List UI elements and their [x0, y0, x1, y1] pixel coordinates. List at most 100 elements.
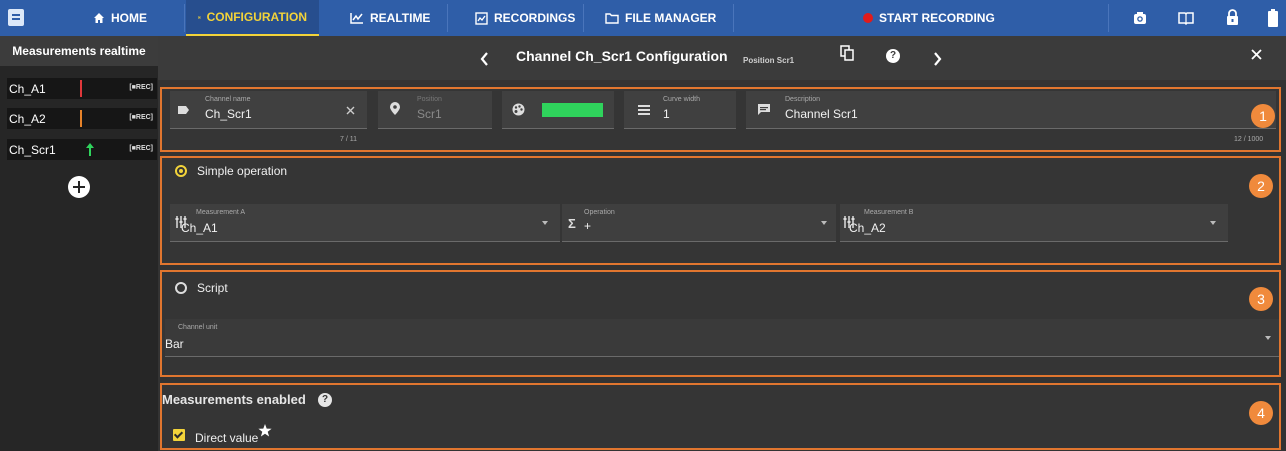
palette-icon: [512, 103, 525, 116]
description-counter: 12 / 1000: [1234, 136, 1264, 143]
nav-divider: [1108, 4, 1109, 32]
sidebar-channel-ch-scr1[interactable]: Ch_Scr1 [■REC]: [7, 139, 157, 160]
add-channel-button[interactable]: [68, 176, 90, 198]
script-label: Script: [197, 281, 228, 295]
position-label: Position: [417, 96, 442, 103]
close-icon[interactable]: [1251, 49, 1262, 60]
operation-select[interactable]: Σ Operation +: [562, 204, 836, 242]
help-icon[interactable]: ?: [318, 393, 332, 407]
nav-realtime[interactable]: REALTIME: [350, 0, 430, 36]
description-label: Description: [785, 96, 821, 103]
rec-badge: [■REC]: [129, 84, 153, 91]
sidebar-channel-ch-a1[interactable]: Ch_A1 [■REC]: [7, 78, 157, 99]
channel-name: Ch_A1: [9, 82, 46, 96]
nav-configuration-label: CONFIGURATION: [206, 10, 307, 24]
annotation-badge-3: 3: [1249, 287, 1273, 311]
sidebar-channel-ch-a2[interactable]: Ch_A2 [■REC]: [7, 108, 157, 129]
nav-home-label: HOME: [111, 11, 147, 25]
measurement-a-label: Measurement A: [196, 209, 246, 216]
page-title: Channel Ch_Scr1 Configuration: [516, 48, 728, 64]
book-icon[interactable]: [1178, 11, 1194, 25]
battery-icon: [1268, 9, 1278, 27]
rec-badge: [■REC]: [129, 145, 153, 152]
measurement-a-select[interactable]: Measurement A Ch_A1: [170, 204, 560, 242]
line-weight-icon: [638, 105, 650, 115]
nav-divider: [184, 4, 185, 32]
channel-unit-select[interactable]: Channel unit Bar: [165, 319, 1279, 357]
channel-name: Ch_A2: [9, 112, 46, 126]
start-recording-button[interactable]: START RECORDING: [863, 0, 995, 36]
script-radio[interactable]: [175, 282, 187, 294]
annotation-badge-2: 2: [1249, 174, 1273, 198]
nav-divider: [447, 4, 448, 32]
operation-label: Operation: [584, 209, 615, 216]
direct-value-checkbox[interactable]: [173, 429, 185, 441]
measurements-enabled-title: Measurements enabled: [162, 392, 306, 407]
channel-name-counter: 7 / 11: [340, 136, 357, 143]
nav-divider: [733, 4, 734, 32]
realtime-icon: [350, 13, 363, 24]
channel-unit-label: Channel unit: [178, 324, 218, 331]
recordings-icon: [475, 11, 488, 25]
chevron-down-icon: [1210, 221, 1216, 225]
measurement-b-label: Measurement B: [864, 209, 914, 216]
curve-color-field[interactable]: [502, 91, 614, 129]
star-icon[interactable]: [258, 424, 272, 437]
simple-operation-radio[interactable]: [175, 165, 187, 177]
nav-recordings-label: RECORDINGS: [494, 11, 576, 25]
nav-recordings[interactable]: RECORDINGS: [475, 0, 575, 36]
sidebar-title: Measurements realtime: [0, 36, 158, 66]
home-icon: [94, 13, 104, 23]
chevron-down-icon: [542, 221, 548, 225]
curve-width-value: 1: [663, 107, 670, 121]
help-icon[interactable]: ?: [886, 49, 900, 63]
rec-badge: [■REC]: [129, 114, 153, 121]
page-subtitle: Position Scr1: [743, 56, 795, 65]
channel-unit-value: Bar: [165, 337, 184, 351]
position-value: Scr1: [417, 107, 442, 121]
nav-realtime-label: REALTIME: [370, 11, 431, 25]
channel-name: Ch_Scr1: [9, 143, 56, 157]
arrow-up-icon: [86, 143, 94, 156]
chevron-down-icon: [821, 221, 827, 225]
curve-width-label: Curve width: [663, 96, 700, 103]
label-icon: [178, 106, 189, 114]
camera-icon[interactable]: [1133, 11, 1147, 25]
start-recording-label: START RECORDING: [879, 11, 995, 25]
operation-value: +: [584, 219, 592, 233]
clear-icon[interactable]: [346, 106, 355, 115]
channel-name-field[interactable]: Channel name Ch_Scr1: [170, 91, 367, 129]
nav-file-manager[interactable]: FILE MANAGER: [605, 0, 716, 36]
annotation-badge-4: 4: [1249, 401, 1273, 425]
color-swatch: [542, 103, 603, 117]
annotation-badge-1: 1: [1251, 104, 1275, 128]
app-menu-icon[interactable]: [8, 9, 24, 26]
curve-width-field[interactable]: Curve width 1: [624, 91, 736, 129]
channel-color-marker: [80, 110, 82, 127]
sigma-icon: Σ: [568, 216, 576, 231]
folder-icon: [605, 13, 619, 24]
simple-operation-label: Simple operation: [197, 164, 288, 178]
channel-color-marker: [80, 80, 82, 97]
comment-icon: [758, 104, 770, 115]
direct-value-label: Direct value: [195, 431, 259, 445]
configuration-icon: [198, 15, 201, 19]
description-value: Channel Scr1: [785, 107, 858, 121]
nav-home[interactable]: HOME: [93, 0, 147, 36]
lock-icon[interactable]: [1226, 9, 1239, 26]
measurement-b-value: Ch_A2: [849, 221, 886, 235]
description-field[interactable]: Description Channel Scr1: [746, 91, 1276, 129]
measurement-a-value: Ch_A1: [181, 221, 218, 235]
position-field: Position Scr1: [378, 91, 492, 129]
copy-icon[interactable]: [840, 45, 855, 61]
previous-channel-button[interactable]: [480, 52, 489, 66]
nav-divider: [583, 4, 584, 32]
nav-file-manager-label: FILE MANAGER: [625, 11, 717, 25]
location-pin-icon: [390, 102, 400, 115]
chevron-down-icon: [1265, 336, 1271, 340]
channel-name-label: Channel name: [205, 96, 251, 103]
record-icon: [863, 13, 873, 23]
measurement-b-select[interactable]: Measurement B Ch_A2: [840, 204, 1228, 242]
next-channel-button[interactable]: [933, 52, 942, 66]
nav-configuration[interactable]: CONFIGURATION: [186, 0, 319, 36]
